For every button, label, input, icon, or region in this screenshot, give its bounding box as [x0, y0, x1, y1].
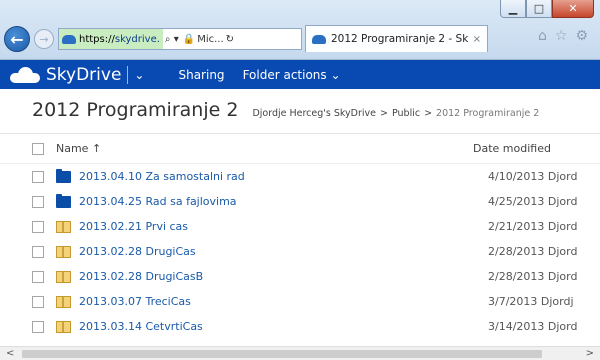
settings-gear-icon[interactable]: ⚙ — [575, 28, 588, 44]
file-row[interactable]: 2013.04.25 Rad sa fajlovima 4/25/2013 Dj… — [0, 189, 600, 214]
file-name[interactable]: 2013.04.10 Za samostalni rad — [79, 170, 488, 183]
select-all-checkbox[interactable] — [32, 142, 44, 155]
tab-favicon-icon — [312, 34, 326, 44]
brand-menu-chevron-icon[interactable]: ⌄ — [134, 68, 144, 82]
breadcrumb-separator: > — [379, 108, 388, 119]
url-prefix: https:// — [79, 33, 115, 45]
file-row[interactable]: 2013.04.10 Za samostalni rad 4/10/2013 D… — [0, 164, 600, 189]
file-row[interactable]: 2013.03.07 TreciCas 3/7/2013 Djordj — [0, 289, 600, 314]
row-checkbox[interactable] — [32, 320, 44, 333]
file-name[interactable]: 2013.04.25 Rad sa fajlovima — [79, 195, 488, 208]
brand-name: SkyDrive — [46, 64, 122, 85]
file-date: 2/21/2013 Djord — [488, 220, 578, 233]
zip-file-icon — [56, 320, 71, 333]
file-row[interactable]: 2013.02.21 Prvi cas 2/21/2013 Djord — [0, 214, 600, 239]
row-checkbox[interactable] — [32, 270, 44, 283]
file-date: 3/14/2013 Djord — [488, 320, 578, 333]
file-row[interactable]: 2013.02.28 DrugiCas 2/28/2013 Djord — [0, 239, 600, 264]
row-checkbox[interactable] — [32, 245, 44, 258]
file-row[interactable]: 2013.02.28 DrugiCasB 2/28/2013 Djord — [0, 264, 600, 289]
row-checkbox[interactable] — [32, 220, 44, 233]
close-window-button[interactable]: ✕ — [552, 0, 594, 18]
file-date: 3/7/2013 Djordj — [488, 295, 574, 308]
address-url[interactable]: https://skydrive. — [59, 29, 163, 49]
back-arrow-icon: ← — [10, 29, 24, 49]
folder-icon — [56, 193, 71, 208]
folder-icon — [56, 168, 71, 183]
zip-file-icon — [56, 220, 71, 233]
file-name[interactable]: 2013.02.28 DrugiCasB — [79, 270, 488, 283]
forward-button[interactable]: → — [34, 29, 54, 49]
browser-chrome: ▁ □ ✕ ← → https://skydrive. ⌕ ▾ 🔒 Mic...… — [0, 0, 600, 60]
file-name[interactable]: 2013.02.28 DrugiCas — [79, 245, 488, 258]
url-host: skydrive. — [114, 33, 160, 45]
column-headers: Name ↑ Date modified — [0, 134, 600, 164]
forward-arrow-icon: → — [39, 32, 49, 46]
skydrive-favicon-icon — [62, 34, 76, 44]
file-row[interactable]: 2013.03.14 CetvrtiCas 3/14/2013 Djord — [0, 314, 600, 339]
home-icon[interactable]: ⌂ — [538, 28, 547, 44]
browser-tab[interactable]: 2012 Programiranje 2 - Sk... × — [305, 25, 488, 52]
skydrive-topbar: SkyDrive ⌄ Sharing Folder actions ⌄ — [0, 60, 600, 89]
row-checkbox[interactable] — [32, 195, 44, 208]
topbar-divider — [127, 65, 129, 84]
file-name[interactable]: 2013.02.21 Prvi cas — [79, 220, 488, 233]
back-button[interactable]: ← — [4, 26, 30, 52]
scroll-left-icon[interactable]: < — [6, 348, 14, 359]
maximize-button[interactable]: □ — [526, 0, 552, 18]
breadcrumb-separator: > — [424, 108, 433, 119]
scrollbar-thumb[interactable] — [22, 350, 542, 358]
refresh-icon[interactable]: ↻ — [224, 34, 236, 45]
file-date: 2/28/2013 Djord — [488, 270, 578, 283]
date-column-header[interactable]: Date modified — [473, 142, 551, 155]
file-name[interactable]: 2013.03.07 TreciCas — [79, 295, 488, 308]
zip-file-icon — [56, 295, 71, 308]
zip-file-icon — [56, 270, 71, 283]
row-checkbox[interactable] — [32, 170, 44, 183]
folder-title: 2012 Programiranje 2 — [32, 99, 239, 121]
breadcrumb-public[interactable]: Public — [392, 108, 420, 119]
address-bar[interactable]: https://skydrive. ⌕ ▾ 🔒 Mic... ↻ — [58, 28, 302, 50]
secure-site-label[interactable]: Mic... — [197, 34, 223, 45]
scroll-right-icon[interactable]: > — [586, 348, 594, 359]
folder-actions-menu[interactable]: Folder actions ⌄ — [243, 68, 341, 82]
file-name[interactable]: 2013.03.14 CetvrtiCas — [79, 320, 488, 333]
zip-file-icon — [56, 245, 71, 258]
name-column-header[interactable]: Name ↑ — [56, 142, 473, 155]
breadcrumb-root[interactable]: Djordje Herceg's SkyDrive — [252, 108, 376, 119]
sharing-link[interactable]: Sharing — [178, 68, 224, 82]
breadcrumb: Djordje Herceg's SkyDrive > Public >2012 Pr… — [252, 108, 539, 119]
folder-header: 2012 Programiranje 2 Djordje Herceg's Sk… — [0, 89, 600, 134]
browser-tools: ⌂ ☆ ⚙ — [538, 28, 588, 44]
skydrive-cloud-icon — [10, 66, 40, 83]
breadcrumb-current: 2012 Programiranje 2 — [436, 108, 540, 119]
brand[interactable]: SkyDrive — [10, 65, 121, 85]
file-list: 2013.04.10 Za samostalni rad 4/10/2013 D… — [0, 164, 600, 339]
tab-close-icon[interactable]: × — [473, 34, 481, 45]
tab-title: 2012 Programiranje 2 - Sk... — [331, 33, 468, 45]
row-checkbox[interactable] — [32, 295, 44, 308]
favorites-star-icon[interactable]: ☆ — [555, 28, 568, 44]
file-date: 4/25/2013 Djord — [488, 195, 578, 208]
lock-icon[interactable]: 🔒 — [181, 34, 197, 45]
file-date: 4/10/2013 Djord — [488, 170, 578, 183]
skydrive-page: SkyDrive ⌄ Sharing Folder actions ⌄ 2012… — [0, 60, 600, 360]
window-controls: ▁ □ ✕ — [500, 0, 594, 20]
file-date: 2/28/2013 Djord — [488, 245, 578, 258]
search-dropdown-icon[interactable]: ⌕ ▾ — [163, 34, 181, 45]
minimize-button[interactable]: ▁ — [500, 0, 526, 18]
horizontal-scrollbar[interactable]: < > — [0, 346, 600, 360]
